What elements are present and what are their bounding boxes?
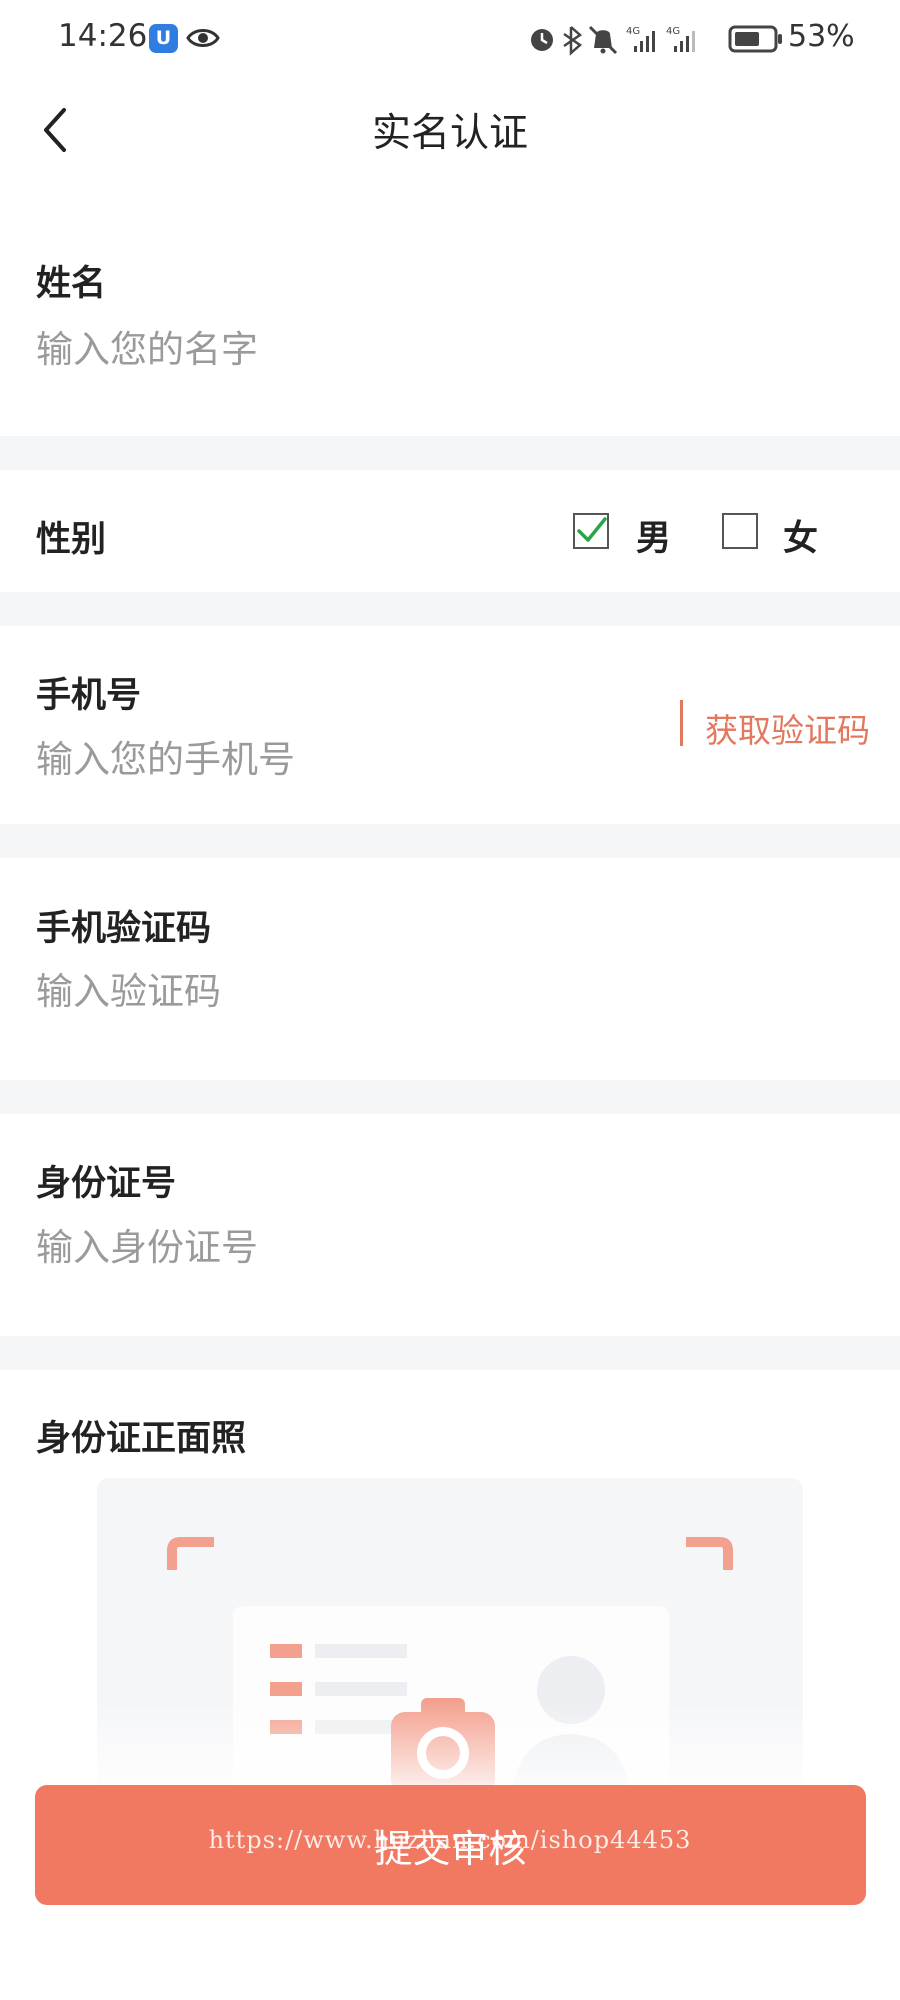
female-label: 女 xyxy=(783,519,819,559)
section-separator xyxy=(0,824,900,858)
phone-label: 手机号 xyxy=(36,676,142,716)
female-checkbox[interactable] xyxy=(722,513,758,549)
status-bar: 14:26 U 4G 4G 53% xyxy=(0,0,900,80)
section-separator xyxy=(0,436,900,470)
id-number-input[interactable] xyxy=(36,1226,636,1269)
signal-4g-icon-1: 4G xyxy=(626,26,655,52)
mute-bell-icon xyxy=(588,25,618,55)
name-input[interactable] xyxy=(36,328,636,371)
bluetooth-icon xyxy=(563,26,583,56)
section-separator xyxy=(0,1336,900,1370)
phone-input[interactable] xyxy=(36,738,636,781)
system-status-icons: 4G 4G xyxy=(531,25,695,56)
page-title: 实名认证 xyxy=(371,111,528,156)
get-code-button[interactable]: 获取验证码 xyxy=(705,704,870,752)
signal-4g-icon-2: 4G xyxy=(666,26,695,52)
alarm-icon xyxy=(531,29,553,51)
gender-label: 性别 xyxy=(36,520,107,560)
battery-percent: 53% xyxy=(788,19,855,54)
male-checkbox[interactable] xyxy=(573,513,609,549)
male-label: 男 xyxy=(636,519,672,559)
id-front-photo-label: 身份证正面照 xyxy=(36,1419,247,1459)
section-separator xyxy=(0,592,900,626)
id-number-label: 身份证号 xyxy=(36,1164,177,1204)
checkmark-icon xyxy=(577,517,607,542)
vertical-divider xyxy=(680,700,683,746)
nav-header: 实名认证 xyxy=(0,80,900,180)
status-time: 14:26 xyxy=(58,18,148,54)
eye-icon xyxy=(186,29,220,47)
battery-icon xyxy=(728,25,782,53)
name-label: 姓名 xyxy=(36,264,107,304)
sms-code-input[interactable] xyxy=(36,970,636,1013)
app-notification-icon: U xyxy=(149,24,178,53)
sms-code-label: 手机验证码 xyxy=(36,909,212,949)
svg-text:4G: 4G xyxy=(626,26,640,37)
submit-review-button[interactable]: 提交审核 xyxy=(35,1785,866,1905)
svg-text:4G: 4G xyxy=(666,26,680,37)
scan-corner-icon xyxy=(167,1537,733,1570)
section-separator xyxy=(0,1080,900,1114)
